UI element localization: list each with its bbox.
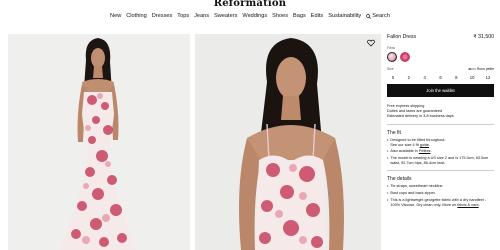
fit-indicator: Runs petite [467,67,494,71]
product-title-row: Fallon Dress ₹ 31,500 [387,34,494,40]
fit-text: The model is wearing a US size 2 and is … [390,156,489,166]
details-bullet: • This is a lightweight georgette fabric… [387,197,487,207]
product-panel: Fallon Dress ₹ 31,500 Fiera Size Runs pe… [387,34,494,208]
size-options: 0 2 4 6 8 10 12 [387,75,494,80]
nav-item-new[interactable]: New [110,13,121,19]
fit-scale-icon [467,68,476,70]
details-text: Bust cups and back zipper. [390,191,436,196]
wishlist-heart-icon[interactable] [367,39,375,47]
fit-text: . [430,149,432,154]
fit-section-title[interactable]: The fit [387,130,494,136]
color-swatch-fiera[interactable] [387,52,397,62]
site-header: Reformation New Clothing Dresses Tops Je… [0,0,500,26]
fit-bullet: • The model is wearing a US size 2 and i… [387,156,494,166]
nav-item-sweaters[interactable]: Sweaters [214,13,237,19]
fabric-care-link[interactable]: fabric & care [457,203,478,207]
nav-item-clothing[interactable]: Clothing [126,13,147,19]
search-label: Search [372,13,390,19]
fit-text: Designed to be fitted throughout. [390,137,446,142]
nav-item-shoes[interactable]: Shoes [272,13,288,19]
color-swatch-alt[interactable] [400,52,410,62]
divider [387,170,494,172]
details-text: . [478,202,480,207]
model-photo-closeup [195,34,381,250]
product-name: Fallon Dress [387,34,417,40]
product-image-2[interactable] [195,34,381,250]
size-option-12[interactable]: 12 [482,75,494,80]
nav-item-tops[interactable]: Tops [177,13,189,19]
shipping-line: Estimated delivery in 3-8 business days [387,114,454,119]
size-header: Size Runs petite [387,67,494,71]
divider [387,123,494,125]
nav-item-bags[interactable]: Bags [293,13,306,19]
search-button[interactable]: Search [366,13,390,19]
model-photo-full-length [8,34,190,250]
product-image-1[interactable] [8,34,190,250]
size-option-8[interactable]: 8 [450,75,462,80]
search-icon [366,13,372,19]
color-swatches [387,52,494,62]
nav-item-weddings[interactable]: Weddings [242,13,267,19]
petites-link[interactable]: Petites [419,149,431,153]
size-option-6[interactable]: 6 [434,75,446,80]
fit-text: Also available in [390,149,419,154]
nav-item-dresses[interactable]: Dresses [152,13,173,19]
main-nav: New Clothing Dresses Tops Jeans Sweaters… [0,13,500,19]
fit-bullet: • Also available in Petites. [387,149,432,154]
details-text: Tie straps, sweetheart neckline. [390,184,444,189]
fit-label: Runs petite [476,67,494,71]
join-waitlist-button[interactable]: Join the waitlist [387,84,494,97]
site-logo[interactable]: Reformation [0,0,500,9]
nav-item-sustainability[interactable]: Sustainability [328,13,361,19]
fit-guide-link[interactable]: guide [420,143,429,147]
nav-item-edits[interactable]: Edits [311,13,323,19]
product-price: ₹ 31,500 [473,34,494,40]
fit-text: See our size 4 fit [390,142,420,147]
nav-item-jeans[interactable]: Jeans [194,13,209,19]
details-section-title[interactable]: The details [387,176,494,182]
fit-text: . [428,142,431,147]
details-bullet: • Bust cups and back zipper. [387,191,436,196]
size-label: Size [387,67,394,71]
color-label: Fiera [387,46,395,50]
size-option-2[interactable]: 2 [403,75,415,80]
size-option-10[interactable]: 10 [466,75,478,80]
details-bullet: • Tie straps, sweetheart neckline. [387,184,444,189]
shipping-info: Free express shipping Duties and taxes a… [387,104,494,120]
size-option-4[interactable]: 4 [419,75,431,80]
size-option-0[interactable]: 0 [387,75,399,80]
fit-bullet: • Designed to be fitted throughout. See … [387,137,446,147]
